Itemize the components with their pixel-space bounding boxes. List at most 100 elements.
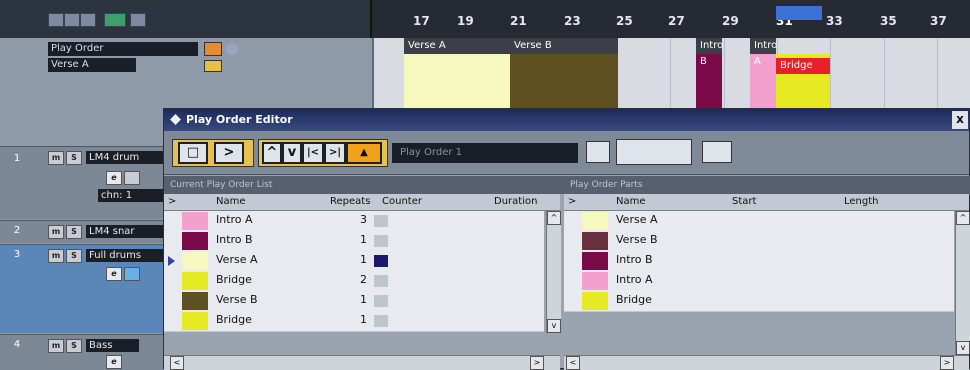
play-order-row[interactable]: Intro B 1 — [164, 231, 544, 252]
current-entry-marker — [168, 256, 175, 266]
mute-button[interactable]: m — [48, 249, 64, 263]
scroll-right-arrow[interactable]: > — [530, 356, 544, 370]
toolbar-button[interactable] — [64, 13, 80, 27]
previous-entry-button[interactable]: |< — [302, 142, 324, 164]
entry-repeats[interactable]: 1 — [360, 293, 367, 306]
track-row[interactable]: 2 m S LM4 snar — [0, 220, 170, 243]
scroll-down-arrow[interactable]: v — [956, 341, 970, 355]
solo-button[interactable]: S — [66, 249, 82, 263]
entry-counter — [374, 295, 388, 307]
ruler-bar-number: 21 — [510, 14, 527, 28]
part-row[interactable]: Intro A — [564, 271, 954, 292]
toolbar-button[interactable] — [48, 13, 64, 27]
globe-icon[interactable] — [226, 43, 238, 55]
track-row-selected[interactable]: 3 m S Full drums e — [0, 244, 170, 333]
arrange-part[interactable]: Verse B — [510, 38, 618, 108]
column-name[interactable]: Name — [616, 194, 646, 210]
part-color-swatch — [182, 232, 208, 250]
arrange-part[interactable]: Bridge — [776, 38, 830, 108]
entry-repeats[interactable]: 1 — [360, 313, 367, 326]
column-repeats[interactable]: Repeats — [330, 194, 370, 210]
scroll-down-arrow[interactable]: v — [547, 319, 561, 333]
scrollbar-vertical[interactable]: ^ v — [546, 211, 561, 333]
move-up-button[interactable]: ^ — [262, 142, 282, 164]
play-order-row[interactable]: Bridge 1 — [164, 311, 544, 332]
arrange-part[interactable]: Intro A — [750, 38, 777, 108]
timeline-ruler[interactable]: 17 19 21 23 25 27 29 31 33 35 37 — [0, 0, 970, 38]
entry-repeats[interactable]: 2 — [360, 273, 367, 286]
edit-icon[interactable]: e — [106, 267, 122, 281]
toolbar-button[interactable] — [80, 13, 96, 27]
activate-play-order-icon[interactable] — [204, 60, 222, 72]
play-order-select[interactable]: Play Order — [48, 42, 198, 56]
next-entry-button[interactable]: >| — [324, 142, 346, 164]
solo-button[interactable]: S — [66, 151, 82, 165]
track-row[interactable]: 4 m S Bass e — [0, 334, 170, 370]
track-name[interactable]: LM4 snar — [86, 225, 165, 238]
play-order-name-field[interactable]: Play Order 1 — [392, 143, 578, 163]
loop-toggle-button[interactable]: ▲ — [346, 142, 382, 164]
play-button[interactable]: > — [214, 142, 244, 164]
arrange-part[interactable]: Intro B — [696, 38, 723, 108]
ruler-bar-number: 25 — [616, 14, 633, 28]
play-order-row[interactable]: Verse B 1 — [164, 291, 544, 312]
entry-repeats[interactable]: 3 — [360, 213, 367, 226]
column-counter[interactable]: Counter — [382, 194, 422, 210]
entry-repeats[interactable]: 1 — [360, 253, 367, 266]
part-name: Verse A — [616, 213, 658, 226]
play-order-row[interactable]: Bridge 2 — [164, 271, 544, 292]
column-duration[interactable]: Duration — [494, 194, 537, 210]
activate-icon[interactable] — [586, 141, 610, 163]
solo-button[interactable]: S — [66, 225, 82, 239]
part-row[interactable]: Intro B — [564, 251, 954, 272]
toolbar-button[interactable] — [130, 13, 146, 27]
scrollbar-horizontal[interactable]: < > — [564, 355, 969, 370]
scroll-up-arrow[interactable]: ^ — [547, 211, 561, 225]
mute-button[interactable]: m — [48, 339, 64, 353]
record-icon[interactable] — [204, 42, 222, 56]
column-name[interactable]: Name — [216, 194, 246, 210]
play-order-parts-list[interactable]: Verse A Verse B Intro B Intro A Bridge — [564, 211, 954, 333]
entry-name: Verse B — [216, 293, 258, 306]
scroll-right-arrow[interactable]: > — [940, 356, 954, 370]
column-start[interactable]: Start — [732, 194, 756, 210]
part-row[interactable]: Verse A — [564, 211, 954, 232]
channel-field[interactable]: chn: 1 — [98, 189, 165, 202]
play-order-list[interactable]: Intro A 3 Intro B 1 Verse A 1 Bridge 2 Verse B1B… — [164, 211, 544, 333]
play-order-pattern-field[interactable]: Verse A — [48, 58, 136, 72]
track-row[interactable]: 1 m S LM4 drum e chn: 1 — [0, 146, 170, 219]
track-name[interactable]: LM4 drum — [86, 151, 165, 164]
keyboard-icon[interactable] — [124, 171, 140, 185]
close-button[interactable]: x — [952, 111, 968, 129]
edit-icon[interactable]: e — [106, 355, 122, 369]
move-down-button[interactable]: v — [282, 142, 302, 164]
mute-button[interactable]: m — [48, 151, 64, 165]
solo-button[interactable]: S — [66, 339, 82, 353]
play-order-row[interactable]: Verse A 1 — [164, 251, 544, 272]
track-name[interactable]: Full drums — [86, 249, 165, 262]
mute-button[interactable]: m — [48, 225, 64, 239]
scroll-up-arrow[interactable]: ^ — [956, 211, 970, 225]
locator-range[interactable] — [776, 6, 822, 20]
track-name[interactable]: Bass — [86, 339, 139, 352]
scroll-left-arrow[interactable]: < — [170, 356, 184, 370]
part-row[interactable]: Bridge — [564, 291, 954, 312]
flatten-icon[interactable] — [616, 139, 692, 165]
options-icon[interactable] — [702, 141, 732, 163]
scrollbar-vertical[interactable]: ^ v — [955, 211, 970, 355]
part-color-swatch — [582, 212, 608, 230]
part-row[interactable]: Verse B — [564, 231, 954, 252]
edit-icon[interactable]: e — [106, 171, 122, 185]
toolbar-button-active[interactable] — [104, 13, 126, 27]
part-label: Verse B — [510, 38, 618, 54]
arrange-part[interactable]: Verse A — [404, 38, 510, 108]
window-title-bar[interactable]: Play Order Editor — [164, 109, 969, 131]
keyboard-icon[interactable] — [124, 267, 140, 281]
stop-button[interactable]: □ — [178, 142, 208, 164]
entry-repeats[interactable]: 1 — [360, 233, 367, 246]
scrollbar-horizontal[interactable]: < > — [164, 355, 560, 370]
track-number: 4 — [13, 339, 21, 350]
column-length[interactable]: Length — [844, 194, 879, 210]
scroll-left-arrow[interactable]: < — [566, 356, 580, 370]
play-order-row[interactable]: Intro A 3 — [164, 211, 544, 232]
